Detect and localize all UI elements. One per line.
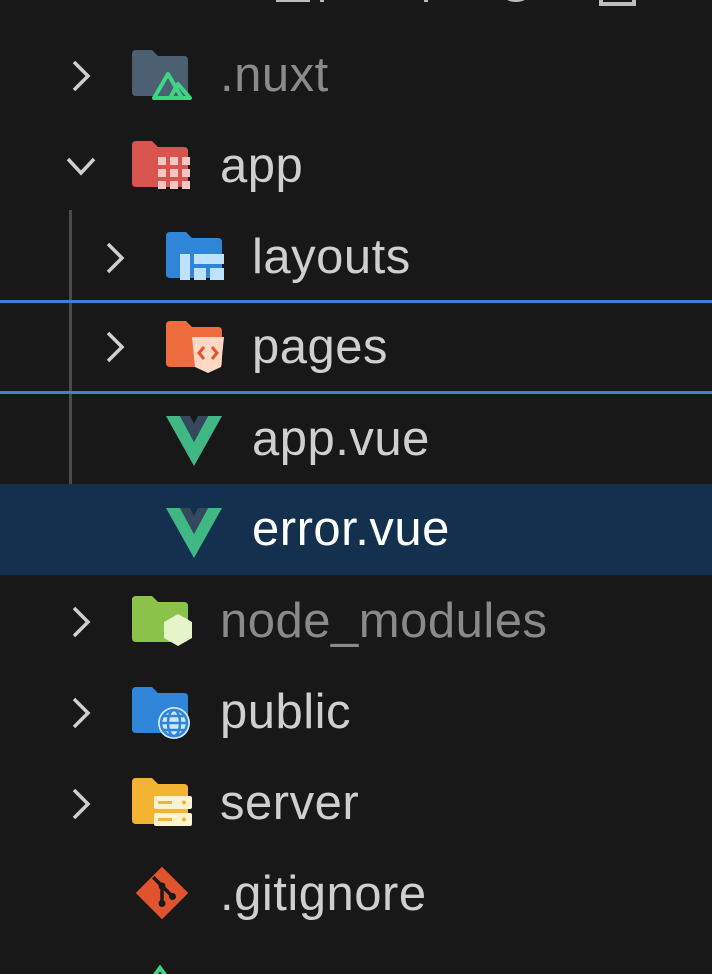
- node-folder-icon: [132, 596, 192, 646]
- public-folder-icon: [132, 687, 190, 739]
- chevron-right-icon[interactable]: [66, 602, 96, 642]
- tree-item-node-modules[interactable]: node_modules: [0, 576, 712, 667]
- chevron-down-icon[interactable]: [66, 147, 96, 187]
- refresh-icon[interactable]: [492, 0, 542, 8]
- chevron-right-icon[interactable]: [66, 56, 96, 96]
- tree-item-server[interactable]: server: [0, 758, 712, 849]
- tree-item-gitignore[interactable]: .gitignore: [0, 849, 712, 940]
- new-folder-icon[interactable]: [380, 0, 450, 8]
- chevron-right-icon[interactable]: [100, 327, 130, 367]
- tree-item-label: error.vue: [252, 502, 450, 556]
- nuxt-file-icon: [153, 964, 167, 974]
- tree-item-nuxt[interactable]: .nuxt: [0, 30, 712, 121]
- tree-item-label: node_modules: [220, 594, 548, 648]
- tree-item-partial[interactable]: [0, 940, 712, 974]
- tree-item-app-vue[interactable]: app.vue: [0, 394, 712, 484]
- tree-item-label: app: [220, 139, 304, 193]
- chevron-right-icon[interactable]: [66, 784, 96, 824]
- vue-file-icon: [166, 416, 222, 466]
- tree-item-label: app.vue: [252, 412, 430, 466]
- tree-item-label: pages: [252, 320, 389, 374]
- collapse-all-icon[interactable]: [598, 0, 638, 8]
- app-folder-icon: [132, 141, 190, 189]
- tree-item-pages[interactable]: pages: [0, 300, 712, 394]
- tree-item-app[interactable]: app: [0, 121, 712, 212]
- new-file-icon[interactable]: [270, 0, 340, 8]
- server-folder-icon: [132, 778, 192, 826]
- tree-item-label: layouts: [252, 230, 411, 284]
- tree-item-layouts[interactable]: layouts: [0, 212, 712, 303]
- chevron-right-icon[interactable]: [66, 693, 96, 733]
- tree-item-label: public: [220, 685, 352, 739]
- tree-item-label: .gitignore: [220, 867, 427, 921]
- nuxt-folder-icon: [132, 50, 192, 100]
- tree-item-label: server: [220, 776, 360, 830]
- tree-item-label: .nuxt: [220, 48, 329, 102]
- partial-label-fragment: [220, 968, 530, 974]
- tree-item-error-vue[interactable]: error.vue: [0, 484, 712, 575]
- chevron-right-icon[interactable]: [100, 238, 130, 278]
- git-file-icon: [135, 866, 189, 920]
- vue-file-icon: [166, 508, 222, 558]
- layouts-folder-icon: [166, 232, 224, 280]
- tree-item-public[interactable]: public: [0, 667, 712, 758]
- pages-folder-icon: [166, 321, 224, 373]
- file-explorer: .nuxt app layouts pages app.vue error.vu…: [0, 0, 712, 974]
